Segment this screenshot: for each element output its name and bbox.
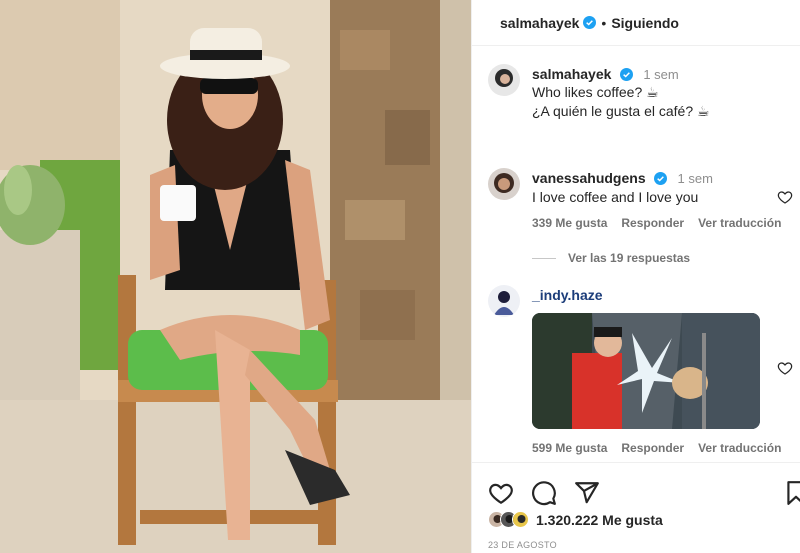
comment-1-time[interactable]: 1 sem [678, 171, 713, 186]
caption-text: Who likes coffee? ☕ ¿A quién le gusta el… [532, 83, 710, 121]
comment-1-reply-button[interactable]: Responder [621, 216, 684, 230]
comment-2-header: _indy.haze [532, 287, 603, 305]
caption-line-1: Who likes coffee? ☕ [532, 84, 659, 100]
post-photo [0, 0, 471, 553]
likes-count[interactable]: 1.320.222 Me gusta [536, 512, 663, 528]
comment-2-reply-button[interactable]: Responder [621, 441, 684, 455]
comment-icon[interactable] [531, 480, 557, 506]
post-header: salmahayek • Siguiendo [472, 0, 800, 46]
following-button[interactable]: Siguiendo [611, 15, 679, 31]
author-username[interactable]: salmahayek [500, 15, 579, 31]
caption-line-2: ¿A quién le gusta el café? ☕ [532, 103, 710, 119]
liker-avatar [512, 511, 529, 528]
post-date[interactable]: 23 DE AGOSTO [488, 540, 557, 550]
likes-summary[interactable]: 1.320.222 Me gusta [488, 511, 663, 528]
verified-badge-icon [619, 68, 633, 81]
post-actions-bar: 1.320.222 Me gusta 23 DE AGOSTO [472, 462, 800, 553]
comment-2-author[interactable]: _indy.haze [532, 287, 603, 303]
view-replies-button[interactable]: Ver las 19 respuestas [532, 251, 690, 265]
author-avatar[interactable] [488, 64, 520, 96]
comment-1-text: I love coffee and I love you [532, 189, 699, 205]
caption-header: salmahayek 1 sem [532, 66, 679, 84]
comment-2-meta: 599 Me gusta Responder Ver traducción [532, 441, 781, 455]
verified-badge-icon [583, 16, 597, 29]
comment-2-like-heart-icon[interactable] [777, 360, 793, 376]
comment-1-likes[interactable]: 339 Me gusta [532, 216, 607, 230]
view-replies-label: Ver las 19 respuestas [568, 251, 691, 265]
bookmark-icon[interactable] [783, 480, 800, 506]
commenter-avatar[interactable] [488, 168, 520, 200]
comment-1-author[interactable]: vanessahudgens [532, 170, 646, 186]
separator-dot: • [601, 14, 607, 31]
commenter-avatar[interactable] [488, 285, 520, 317]
replies-divider-line [532, 257, 556, 259]
comment-1-like-heart-icon[interactable] [777, 189, 793, 205]
comment-2-likes[interactable]: 599 Me gusta [532, 441, 607, 455]
comment-2-translate-button[interactable]: Ver traducción [698, 441, 781, 455]
comment-1-meta: 339 Me gusta Responder Ver traducción [532, 216, 781, 230]
post-panel: salmahayek • Siguiendo salmahayek 1 sem … [471, 0, 800, 553]
caption-author[interactable]: salmahayek [532, 66, 611, 82]
post-photo-illustration [0, 0, 471, 553]
comment-2-gif[interactable] [532, 313, 760, 429]
verified-badge-icon [654, 172, 668, 185]
caption-time[interactable]: 1 sem [643, 67, 678, 82]
comment-1-translate-button[interactable]: Ver traducción [698, 216, 781, 230]
heart-icon[interactable] [488, 480, 514, 506]
share-icon[interactable] [574, 480, 600, 506]
comment-1-header: vanessahudgens 1 sem [532, 170, 713, 188]
